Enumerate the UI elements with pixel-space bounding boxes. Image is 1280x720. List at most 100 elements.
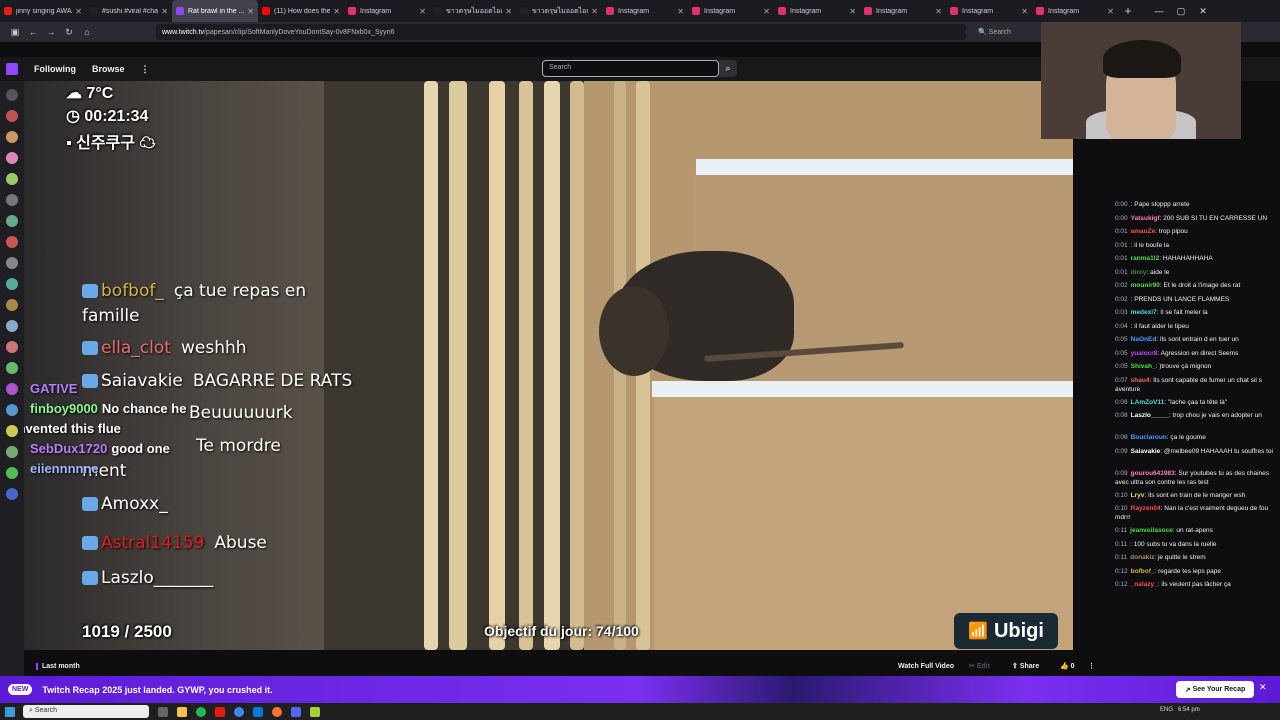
- like-button[interactable]: 👍 0: [1060, 662, 1075, 670]
- nav-more-icon[interactable]: ⋮: [141, 64, 150, 75]
- channel-avatar[interactable]: [6, 257, 18, 269]
- firefox-icon[interactable]: [272, 706, 282, 717]
- chat-username[interactable]: gourou641983: [1131, 470, 1175, 477]
- browser-tab[interactable]: Rat brawl in the ... ✕: [172, 0, 258, 22]
- chat-username[interactable]: donakiz: [1130, 554, 1154, 561]
- edit-button[interactable]: ✂ Edit: [969, 662, 990, 670]
- close-icon[interactable]: ✕: [1259, 682, 1267, 693]
- channel-avatar[interactable]: [6, 215, 18, 227]
- chat-username[interactable]: shau4: [1131, 377, 1150, 384]
- channel-avatar[interactable]: [6, 320, 18, 332]
- chat-username[interactable]: Yatsukigf: [1131, 215, 1160, 222]
- chat-username[interactable]: LAmZoV11: [1131, 399, 1165, 406]
- channel-avatar[interactable]: [6, 299, 18, 311]
- chat-username[interactable]: _nalazy_: [1131, 581, 1158, 588]
- file-explorer-icon[interactable]: [177, 706, 187, 717]
- channel-avatar[interactable]: [6, 425, 18, 437]
- tab-close-icon[interactable]: ✕: [75, 7, 82, 16]
- browser-tab[interactable]: Instagram ✕: [1032, 0, 1118, 22]
- channel-avatar[interactable]: [6, 278, 18, 290]
- nav-following[interactable]: Following: [34, 64, 76, 74]
- chat-username[interactable]: NaOnEd: [1131, 336, 1157, 343]
- browser-tab[interactable]: (11) How does the 8...✕: [258, 0, 344, 22]
- window-close-icon[interactable]: ✕: [1192, 6, 1214, 17]
- taskbar-search[interactable]: ⌕ Search: [23, 705, 149, 718]
- chat-username[interactable]: amauZe: [1131, 228, 1156, 235]
- chat-username[interactable]: ranma1l2: [1131, 255, 1160, 262]
- browser-tab[interactable]: Instagram ✕: [688, 0, 774, 22]
- chat-username[interactable]: Lryv: [1131, 492, 1145, 499]
- tab-close-icon[interactable]: ✕: [505, 7, 512, 16]
- tab-close-icon[interactable]: ✕: [849, 7, 856, 16]
- watch-full-video-button[interactable]: Watch Full Video: [898, 663, 954, 670]
- tab-close-icon[interactable]: ✕: [1021, 7, 1028, 16]
- chat-username[interactable]: medexi7: [1131, 309, 1157, 316]
- app-icon[interactable]: [215, 706, 225, 717]
- chat-username[interactable]: yuaiocr8: [1131, 350, 1158, 357]
- chrome-icon[interactable]: [234, 706, 244, 717]
- tab-close-icon[interactable]: ✕: [1107, 7, 1114, 16]
- nav-browse[interactable]: Browse: [92, 64, 125, 74]
- chat-username[interactable]: diroy: [1131, 269, 1147, 276]
- browser-tab[interactable]: jinny singing AWAA ...✕: [0, 0, 86, 22]
- minimize-icon[interactable]: —: [1148, 6, 1170, 16]
- twitch-logo-icon[interactable]: [6, 63, 18, 75]
- reload-icon[interactable]: ↻: [60, 27, 78, 38]
- task-view-icon[interactable]: [158, 706, 168, 717]
- channel-avatar[interactable]: [6, 383, 18, 395]
- browser-tab[interactable]: ขาวตรุษไมออดไอเอ ฟลอดี...✕: [516, 0, 602, 22]
- channel-avatar[interactable]: [6, 173, 18, 185]
- search-icon[interactable]: ⌕: [719, 60, 737, 77]
- channel-avatar[interactable]: [6, 131, 18, 143]
- see-recap-button[interactable]: ↗ See Your Recap: [1176, 681, 1254, 698]
- chat-username[interactable]: bofbof_: [1131, 568, 1155, 575]
- channel-avatar[interactable]: [6, 467, 18, 479]
- tab-close-icon[interactable]: ✕: [247, 7, 254, 16]
- tab-close-icon[interactable]: ✕: [591, 7, 598, 16]
- sidebar-toggle-icon[interactable]: ▣: [6, 27, 24, 38]
- browser-tab[interactable]: Instagram ✕: [860, 0, 946, 22]
- browser-tab[interactable]: ขาวตรุษไมออดไอเอ ฟลอดี...✕: [430, 0, 516, 22]
- edge-icon[interactable]: [253, 706, 263, 717]
- twitch-search-input[interactable]: Search: [542, 60, 719, 77]
- channel-avatar[interactable]: [6, 194, 18, 206]
- tab-close-icon[interactable]: ✕: [763, 7, 770, 16]
- clip-video-player[interactable]: ☁ 7°C ◷ 00:21:34 ▪ 신주쿠구 ☁ bofbof_ ça tue …: [24, 81, 1073, 650]
- discord-icon[interactable]: [291, 706, 301, 717]
- share-button[interactable]: ⇪ Share: [1012, 662, 1039, 670]
- browser-search-box[interactable]: 🔍 Search: [978, 28, 1011, 36]
- channel-avatar[interactable]: [6, 488, 18, 500]
- browser-tab[interactable]: Instagram ✕: [946, 0, 1032, 22]
- browser-tab[interactable]: Instagram ✕: [602, 0, 688, 22]
- browser-tab[interactable]: Instagram ✕: [344, 0, 430, 22]
- chat-username[interactable]: mounir90: [1131, 282, 1160, 289]
- tab-close-icon[interactable]: ✕: [677, 7, 684, 16]
- browser-tab[interactable]: #sushi #viral #challen...✕: [86, 0, 172, 22]
- spotify-icon[interactable]: [196, 706, 206, 717]
- channel-avatar[interactable]: [6, 404, 18, 416]
- app-icon[interactable]: [310, 706, 320, 717]
- channel-avatar[interactable]: [6, 236, 18, 248]
- new-tab-icon[interactable]: +: [1118, 4, 1138, 18]
- channel-avatar[interactable]: [6, 152, 18, 164]
- home-icon[interactable]: ⌂: [78, 27, 96, 37]
- channel-avatar[interactable]: [6, 362, 18, 374]
- forward-icon[interactable]: →: [42, 27, 60, 37]
- browser-tab[interactable]: Instagram ✕: [774, 0, 860, 22]
- channel-avatar[interactable]: [6, 446, 18, 458]
- start-icon[interactable]: [5, 706, 15, 717]
- tab-close-icon[interactable]: ✕: [419, 7, 426, 16]
- chat-username[interactable]: Saiavakie: [1131, 448, 1161, 455]
- url-bar[interactable]: www.twitch.tv /papesan/clip/SoftManlyDov…: [156, 24, 966, 40]
- channel-avatar[interactable]: [6, 110, 18, 122]
- back-icon[interactable]: ←: [24, 27, 42, 37]
- chat-username[interactable]: jeanvoilasoce: [1130, 527, 1173, 534]
- chat-username[interactable]: Bouclaroun: [1131, 434, 1167, 441]
- more-options-icon[interactable]: ⋮: [1088, 662, 1095, 670]
- tab-close-icon[interactable]: ✕: [333, 7, 340, 16]
- tab-close-icon[interactable]: ✕: [161, 7, 168, 16]
- channel-avatar[interactable]: [6, 89, 18, 101]
- chat-username[interactable]: Laszlo_____: [1131, 412, 1169, 419]
- channel-avatar[interactable]: [6, 341, 18, 353]
- chat-username[interactable]: Shivah_: [1131, 363, 1156, 370]
